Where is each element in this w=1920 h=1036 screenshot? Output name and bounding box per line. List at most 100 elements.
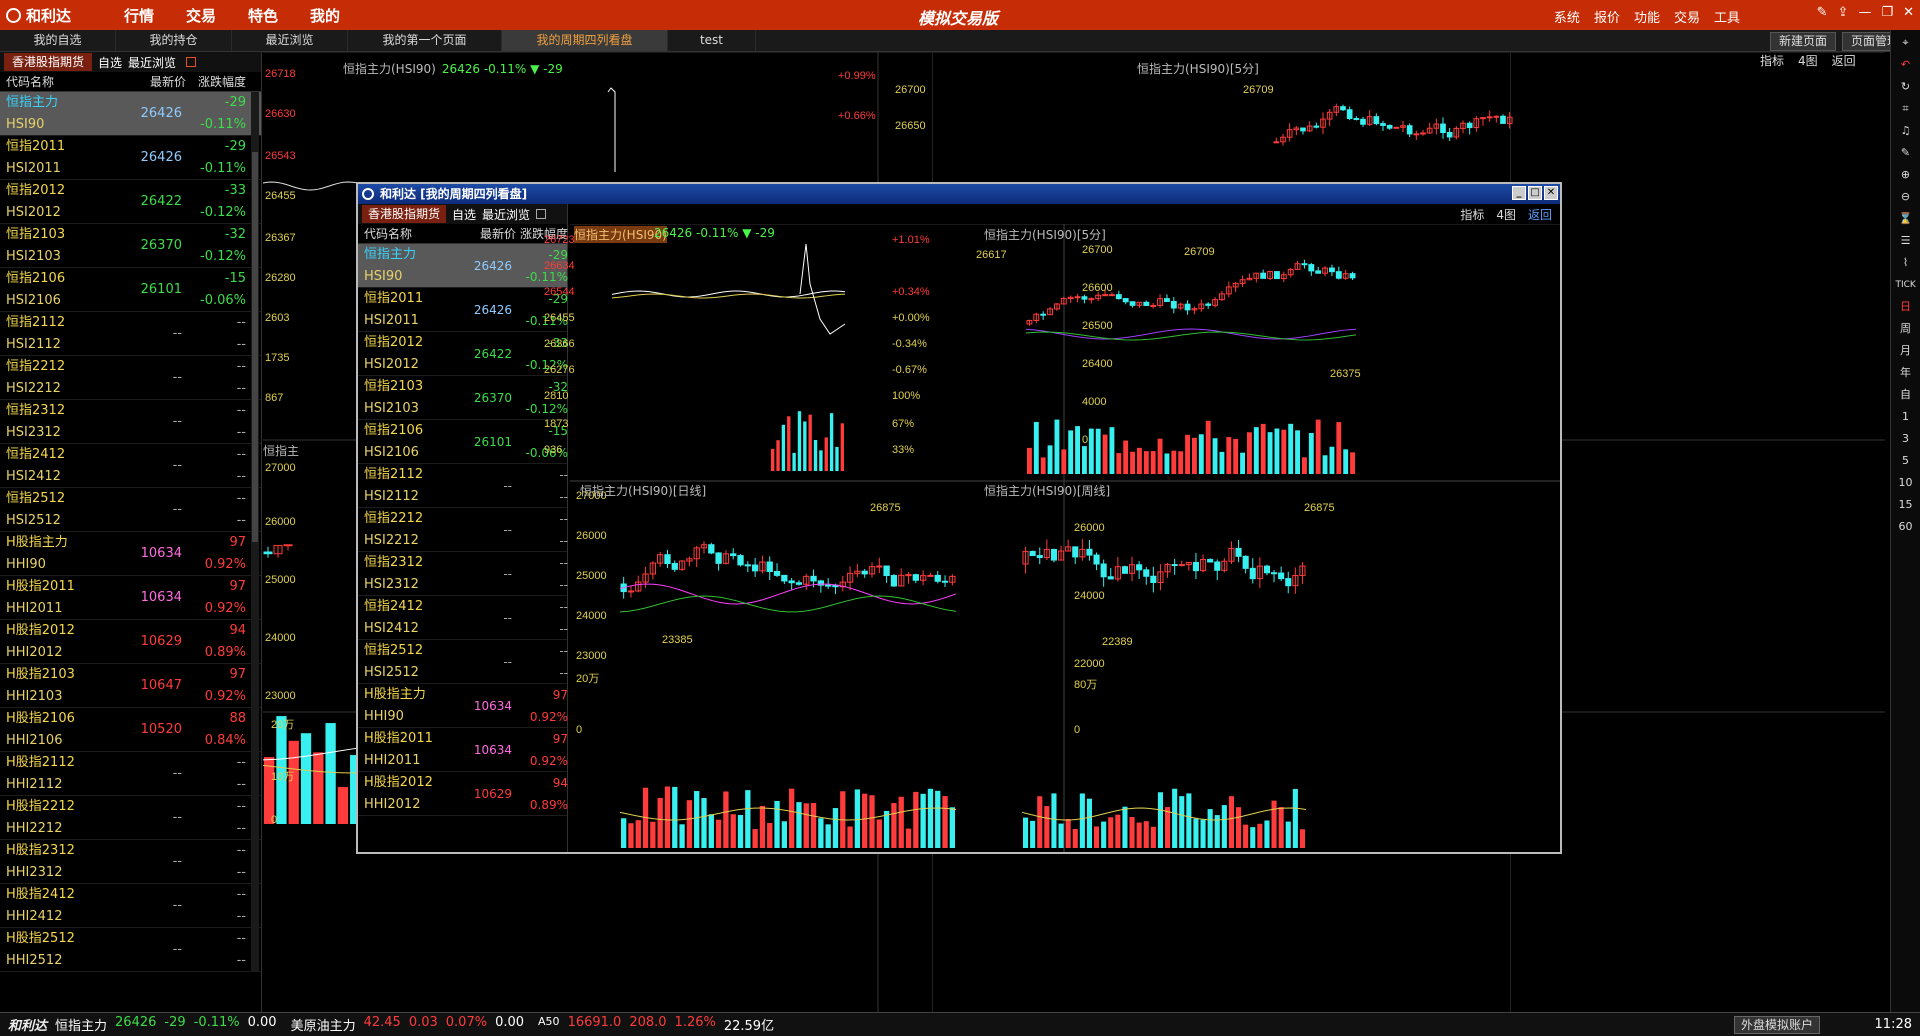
- popup-col-price[interactable]: 最新价: [460, 225, 516, 242]
- restore-icon[interactable]: ❐: [1881, 5, 1893, 20]
- new-page-button[interactable]: 新建页面: [1769, 32, 1836, 51]
- period-tick[interactable]: TICK: [1896, 276, 1916, 294]
- quote-row[interactable]: 恒指2212 HSI2212 -- -- --: [358, 508, 568, 552]
- popup-titlebar[interactable]: 和利达 [我的周期四列看盘] _ □ ✕: [358, 184, 1560, 204]
- quote-row[interactable]: H股指2112 HHI2112 -- -- --: [0, 752, 261, 796]
- bell-icon[interactable]: ♫: [1896, 122, 1916, 140]
- ticker-oil[interactable]: 美原油主力 42.45 0.03 0.07% 0.00: [291, 1015, 524, 1034]
- quote-row[interactable]: H股指2012 HHI2012 10629 94 0.89%: [358, 772, 568, 816]
- col-name[interactable]: 代码名称: [6, 73, 126, 90]
- list-icon[interactable]: ☰: [1896, 232, 1916, 250]
- period-10[interactable]: 10: [1896, 474, 1916, 492]
- quote-row[interactable]: H股指2011 HHI2011 10634 97 0.92%: [358, 728, 568, 772]
- quote-row[interactable]: 恒指2412 HSI2412 -- -- --: [0, 444, 261, 488]
- quote-row[interactable]: H股指2412 HHI2412 -- -- --: [0, 884, 261, 928]
- popup-minimize-icon[interactable]: _: [1512, 186, 1526, 200]
- quote-row[interactable]: 恒指2103 HSI2103 26370 -32 -0.12%: [358, 376, 568, 420]
- popup-category-select[interactable]: 香港股指期货: [362, 205, 447, 223]
- tab-positions[interactable]: 我的持仓: [116, 30, 232, 51]
- popup-four-chart-button[interactable]: 4图: [1496, 206, 1516, 223]
- indicator-button[interactable]: 指标: [1760, 52, 1784, 69]
- account-badge[interactable]: 外盘模拟账户: [1733, 1016, 1820, 1034]
- refresh-icon[interactable]: ↻: [1896, 78, 1916, 96]
- menu-feature[interactable]: 特色: [248, 5, 278, 26]
- quote-row[interactable]: 恒指2011 HSI2011 26426 -29 -0.11%: [358, 288, 568, 332]
- menu-trade-right[interactable]: 交易: [1674, 7, 1700, 26]
- quote-row[interactable]: H股指2212 HHI2212 -- -- --: [0, 796, 261, 840]
- quote-row[interactable]: 恒指2012 HSI2012 26422 -33 -0.12%: [0, 180, 261, 224]
- option-checkbox[interactable]: [186, 57, 197, 67]
- col-price[interactable]: 最新价: [126, 73, 186, 90]
- quote-row[interactable]: H股指2011 HHI2011 10634 97 0.92%: [0, 576, 261, 620]
- period-day[interactable]: 日: [1896, 298, 1916, 316]
- period-custom[interactable]: 自: [1896, 386, 1916, 404]
- quote-row[interactable]: 恒指2106 HSI2106 26101 -15 -0.06%: [0, 268, 261, 312]
- quote-row[interactable]: 恒指2011 HSI2011 26426 -29 -0.11%: [0, 136, 261, 180]
- pin-icon[interactable]: ⇪: [1838, 5, 1849, 20]
- list-scrollbar[interactable]: [251, 92, 259, 972]
- menu-trade[interactable]: 交易: [186, 5, 216, 26]
- scroll-thumb[interactable]: [252, 152, 258, 542]
- undo-icon[interactable]: ↶: [1896, 56, 1916, 74]
- crop-icon[interactable]: ⌗: [1896, 100, 1916, 118]
- menu-mine[interactable]: 我的: [310, 5, 340, 26]
- tab-first-page[interactable]: 我的第一个页面: [348, 30, 502, 51]
- hourglass-icon[interactable]: ⌛: [1896, 210, 1916, 228]
- popup-recent-tab[interactable]: 最近浏览: [482, 206, 530, 223]
- quote-row[interactable]: H股指2012 HHI2012 10629 94 0.89%: [0, 620, 261, 664]
- popup-col-name[interactable]: 代码名称: [364, 225, 460, 242]
- quote-row[interactable]: H股指2312 HHI2312 -- -- --: [0, 840, 261, 884]
- quote-row[interactable]: 恒指主力 HSI90 26426 -29 -0.11%: [358, 244, 568, 288]
- quote-row[interactable]: 恒指2106 HSI2106 26101 -15 -0.06%: [358, 420, 568, 464]
- menu-tools[interactable]: 工具: [1714, 7, 1740, 26]
- favorites-tab[interactable]: 自选: [98, 54, 122, 71]
- popup-option-checkbox[interactable]: [536, 209, 547, 219]
- period-month[interactable]: 月: [1896, 342, 1916, 360]
- quote-row[interactable]: 恒指2412 HSI2412 -- -- --: [358, 596, 568, 640]
- quote-row[interactable]: 恒指2312 HSI2312 -- -- --: [0, 400, 261, 444]
- zoom-in-icon[interactable]: ⊕: [1896, 166, 1916, 184]
- four-chart-button[interactable]: 4图: [1798, 52, 1818, 69]
- back-button[interactable]: 返回: [1832, 52, 1856, 69]
- period-week[interactable]: 周: [1896, 320, 1916, 338]
- popup-indicator-button[interactable]: 指标: [1460, 206, 1484, 223]
- quote-row[interactable]: 恒指2012 HSI2012 26422 -33 -0.12%: [358, 332, 568, 376]
- ticker-a50[interactable]: A50 16691.0 208.0 1.26% 22.59亿: [538, 1015, 774, 1034]
- period-15[interactable]: 15: [1896, 496, 1916, 514]
- quote-row[interactable]: 恒指2112 HSI2112 -- -- --: [0, 312, 261, 356]
- quote-row[interactable]: 恒指2212 HSI2212 -- -- --: [0, 356, 261, 400]
- period-60[interactable]: 60: [1896, 518, 1916, 536]
- col-change[interactable]: 涨跌幅度: [186, 73, 256, 90]
- menu-function[interactable]: 功能: [1634, 7, 1660, 26]
- chart-line-icon[interactable]: ⌇: [1896, 254, 1916, 272]
- tab-watchlist[interactable]: 我的自选: [0, 30, 116, 51]
- period-3[interactable]: 3: [1896, 430, 1916, 448]
- quote-row[interactable]: 恒指2112 HSI2112 -- -- --: [358, 464, 568, 508]
- pencil-icon[interactable]: ✎: [1896, 144, 1916, 162]
- quote-row[interactable]: H股指2103 HHI2103 10647 97 0.92%: [0, 664, 261, 708]
- recent-tab[interactable]: 最近浏览: [128, 54, 176, 71]
- tab-recent[interactable]: 最近浏览: [232, 30, 348, 51]
- menu-system[interactable]: 系统: [1554, 7, 1580, 26]
- period-1[interactable]: 1: [1896, 408, 1916, 426]
- cursor-icon[interactable]: ⌖: [1896, 34, 1916, 52]
- menu-quote[interactable]: 报价: [1594, 7, 1620, 26]
- popup-close-icon[interactable]: ✕: [1544, 186, 1558, 200]
- popup-back-button[interactable]: 返回: [1528, 206, 1552, 223]
- minimize-icon[interactable]: —: [1858, 5, 1871, 20]
- close-icon[interactable]: ✕: [1903, 5, 1914, 20]
- quote-row[interactable]: 恒指主力 HSI90 26426 -29 -0.11%: [0, 92, 261, 136]
- period-5[interactable]: 5: [1896, 452, 1916, 470]
- quote-row[interactable]: 恒指2512 HSI2512 -- -- --: [0, 488, 261, 532]
- popup-favorites-tab[interactable]: 自选: [452, 206, 476, 223]
- category-select[interactable]: 香港股指期货: [4, 53, 93, 71]
- tab-test[interactable]: test: [668, 30, 756, 51]
- quote-row[interactable]: H股指2512 HHI2512 -- -- --: [0, 928, 261, 972]
- quote-row[interactable]: 恒指2312 HSI2312 -- -- --: [358, 552, 568, 596]
- ticker-hsi[interactable]: 恒指主力 26426 -29 -0.11% 0.00: [55, 1015, 277, 1034]
- quote-row[interactable]: H股指主力 HHI90 10634 97 0.92%: [358, 684, 568, 728]
- period-year[interactable]: 年: [1896, 364, 1916, 382]
- quote-row[interactable]: 恒指2512 HSI2512 -- -- --: [358, 640, 568, 684]
- quote-row[interactable]: H股指主力 HHI90 10634 97 0.92%: [0, 532, 261, 576]
- popup-maximize-icon[interactable]: □: [1528, 186, 1542, 200]
